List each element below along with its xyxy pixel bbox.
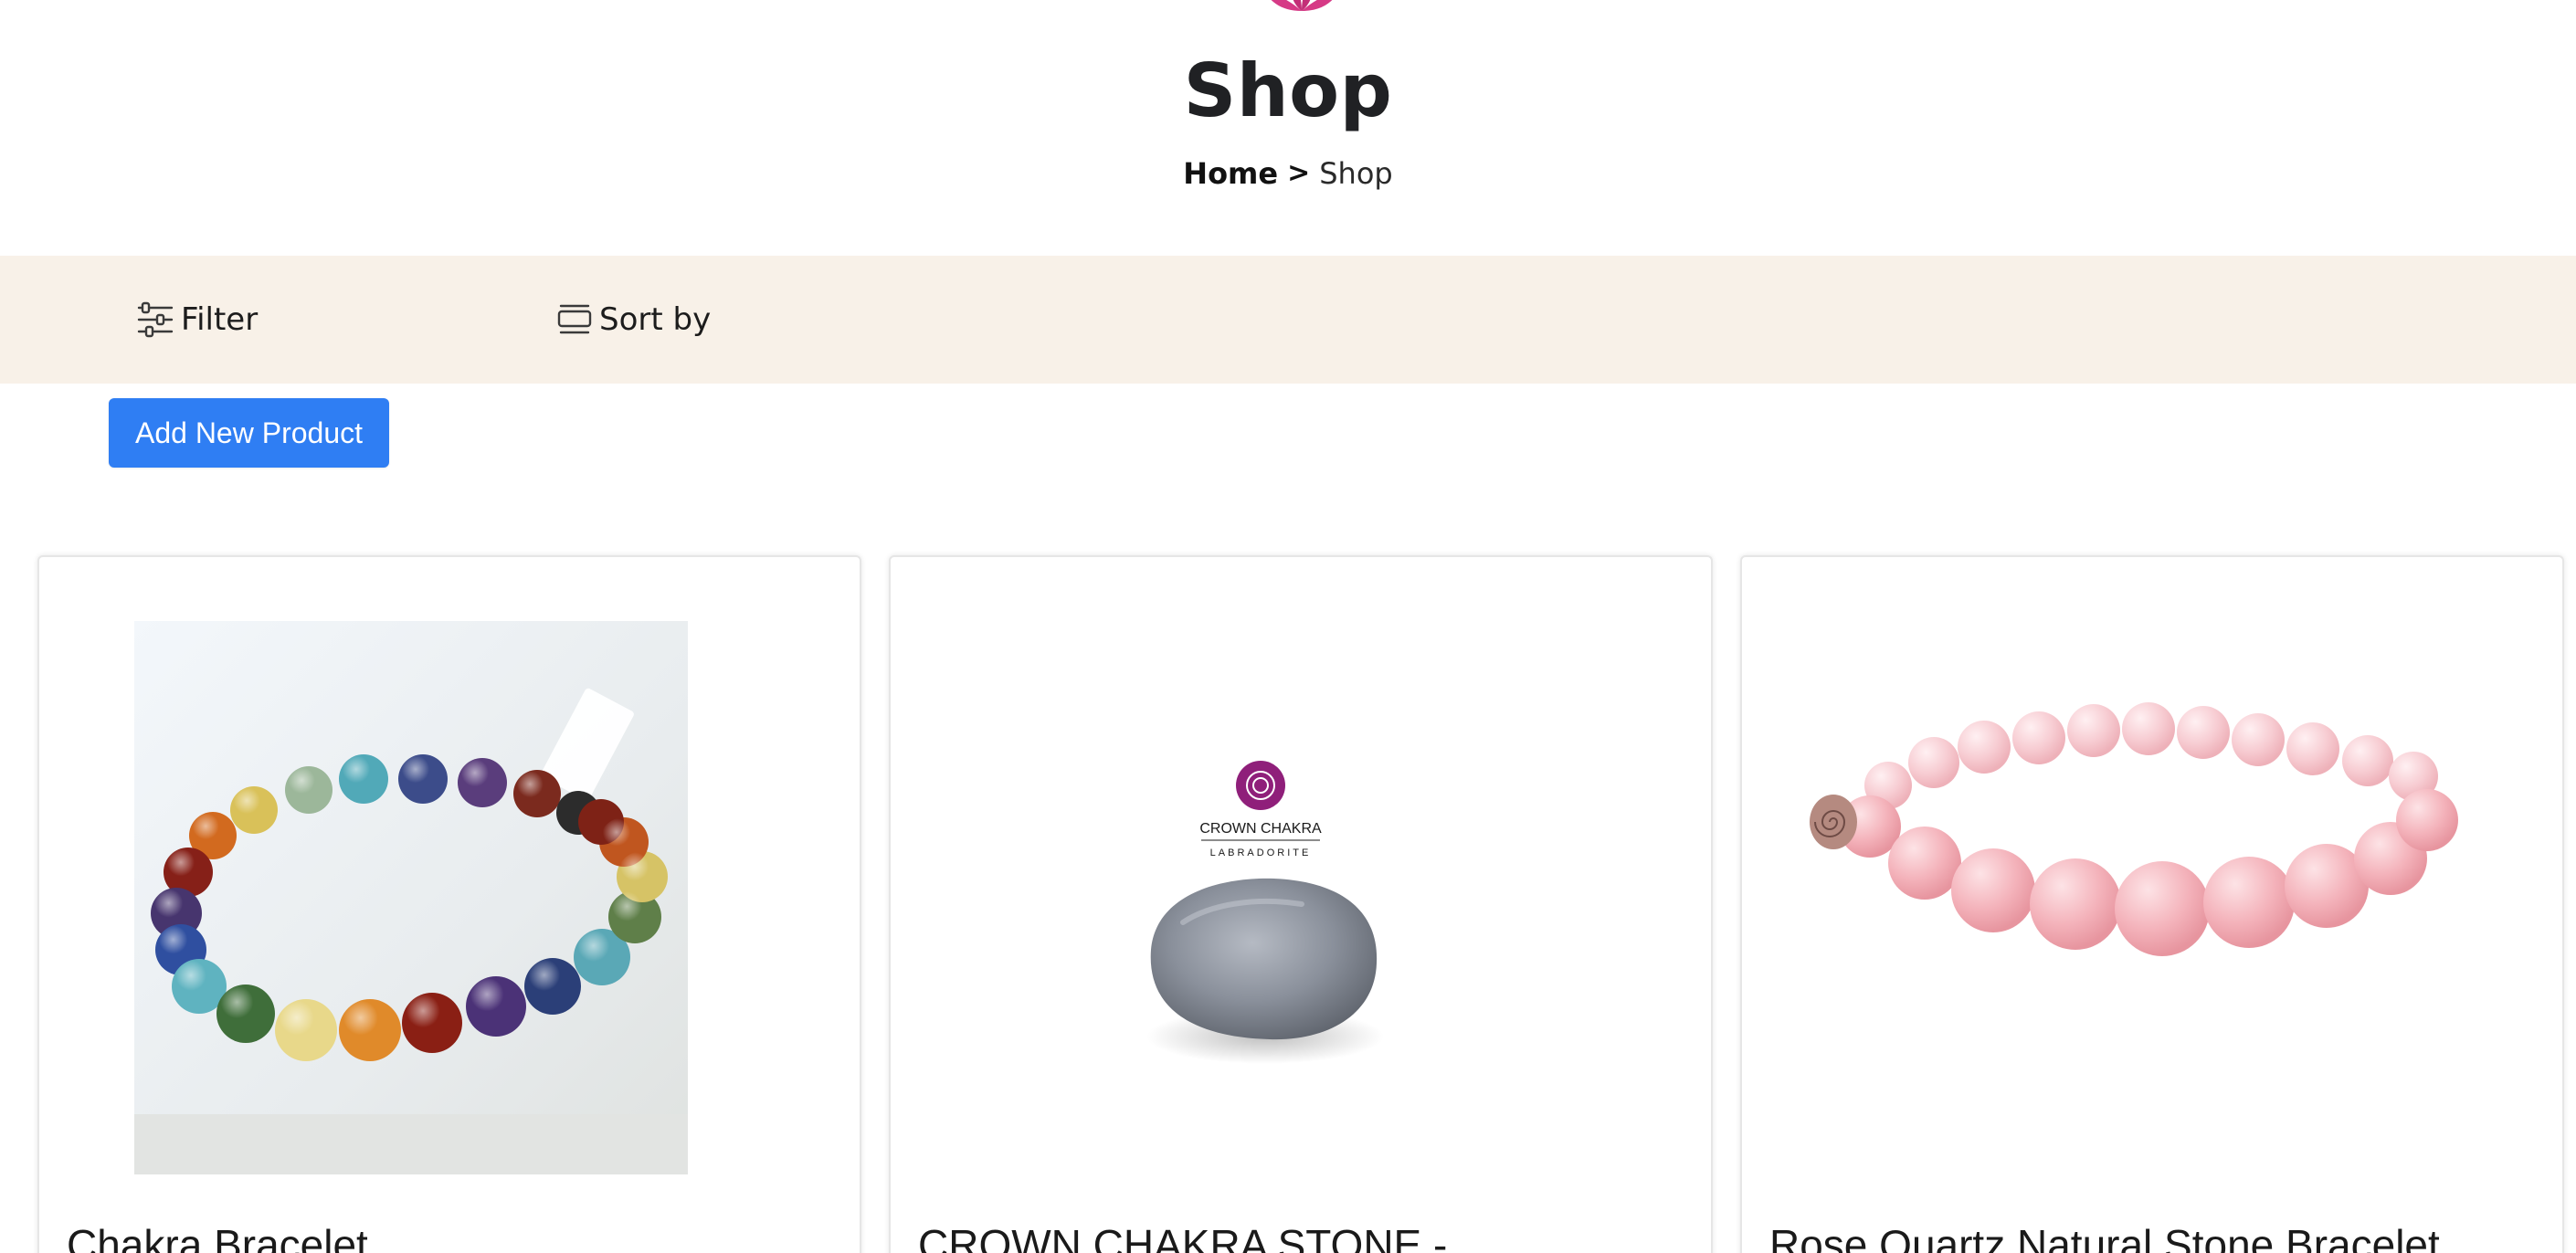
add-new-product-button[interactable]: Add New Product (109, 398, 389, 468)
product-card[interactable]: Chakra Bracelet (37, 555, 861, 1253)
sort-icon (557, 304, 592, 334)
breadcrumb-separator: > (1287, 157, 1311, 189)
product-grid: Chakra Bracelet CROWN CHAKRA LABRADORITE… (0, 555, 2576, 1253)
product-title[interactable]: Chakra Bracelet (67, 1216, 841, 1253)
breadcrumb-home-link[interactable]: Home (1183, 150, 1278, 197)
rose-quartz-bracelet-image[interactable] (1742, 557, 2562, 1196)
shop-page: Shop Home > Shop Filter Sort by Add New … (0, 0, 2576, 1253)
product-title[interactable]: Rose Quartz Natural Stone Bracelet (1769, 1216, 2544, 1253)
chakra-bracelet-image[interactable] (39, 557, 860, 1196)
spiral-charm-icon (1810, 795, 1857, 849)
filter-label: Filter (181, 301, 259, 338)
product-card[interactable]: CROWN CHAKRA LABRADORITE CROWN CHAKRA ST… (889, 555, 1713, 1253)
sliders-icon (137, 301, 174, 338)
product-card[interactable]: Rose Quartz Natural Stone Bracelet (1740, 555, 2564, 1253)
crown-chakra-labradorite-image[interactable]: CROWN CHAKRA LABRADORITE (891, 557, 1711, 1196)
image-heading: CROWN CHAKRA (1199, 821, 1322, 837)
breadcrumb-current: Shop (1319, 156, 1393, 191)
page-title: Shop (1183, 48, 1393, 133)
breadcrumb: Home > Shop (0, 150, 2576, 197)
crown-chakra-symbol-icon (1236, 761, 1285, 810)
image-subheading: LABRADORITE (1210, 848, 1312, 858)
filter-button[interactable]: Filter (135, 294, 258, 345)
lotus-logo-icon[interactable] (1247, 0, 1357, 13)
sort-label: Sort by (599, 301, 712, 338)
sort-by-button[interactable]: Sort by (555, 294, 711, 345)
shop-toolbar: Filter Sort by (0, 256, 2576, 384)
product-title[interactable]: CROWN CHAKRA STONE - (918, 1216, 1693, 1253)
